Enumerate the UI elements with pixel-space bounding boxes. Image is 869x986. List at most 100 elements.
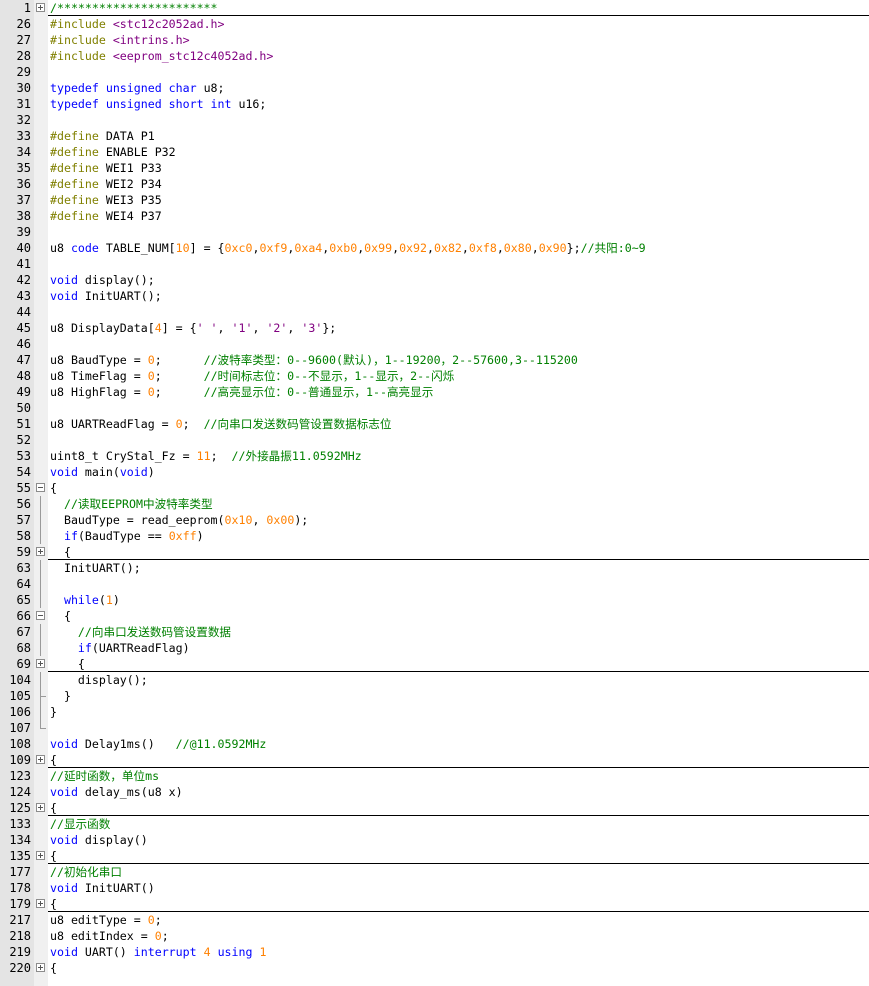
code-token: u8 editIndex = — [50, 929, 155, 943]
code-line[interactable]: 105 } — [0, 688, 869, 704]
code-token: #define — [50, 145, 106, 159]
code-line[interactable]: 106} — [0, 704, 869, 720]
fold-expand-icon[interactable] — [36, 3, 45, 12]
code-line[interactable]: 41 — [0, 256, 869, 272]
code-line[interactable]: 27 #include <intrins.h> — [0, 32, 869, 48]
line-number: 107 — [9, 721, 31, 735]
code-token: 0x90 — [538, 241, 567, 255]
code-line[interactable]: 108 void Delay1ms() //@11.0592MHz — [0, 736, 869, 752]
code-line[interactable]: 43 void InitUART(); — [0, 288, 869, 304]
line-number: 218 — [9, 929, 31, 943]
code-line[interactable]: 49 u8 HighFlag = 0; //高亮显示位：0--普通显示，1--高亮… — [0, 384, 869, 400]
code-token: , — [287, 321, 302, 335]
line-number: 44 — [16, 305, 31, 319]
code-line[interactable]: 33 #define DATA P1 — [0, 128, 869, 144]
code-token: ENABLE P32 — [105, 145, 176, 159]
code-line[interactable]: 107 — [0, 720, 869, 736]
code-line[interactable]: 1 /*********************** — [0, 0, 869, 16]
code-text: while(1) — [50, 592, 120, 608]
fold-end-tick — [40, 696, 46, 697]
code-line[interactable]: 37 #define WEI3 P35 — [0, 192, 869, 208]
code-line[interactable]: 134 void display() — [0, 832, 869, 848]
code-line[interactable]: 218 u8 editIndex = 0; — [0, 928, 869, 944]
code-line[interactable]: 219 void UART() interrupt 4 using 1 — [0, 944, 869, 960]
code-line[interactable]: 31 typedef unsigned short int u16; — [0, 96, 869, 112]
code-line[interactable]: 67 //向串口发送数码管设置数据 — [0, 624, 869, 640]
code-line[interactable]: 51 u8 UARTReadFlag = 0; //向串口发送数码管设置数据标志位 — [0, 416, 869, 432]
code-line[interactable]: 56 //读取EEPROM中波特率类型 — [0, 496, 869, 512]
code-text: { — [50, 656, 85, 672]
code-line[interactable]: 52 — [0, 432, 869, 448]
code-line[interactable]: 217 u8 editType = 0; — [0, 912, 869, 928]
code-line[interactable]: 55 { — [0, 480, 869, 496]
code-token: ] = { — [189, 241, 225, 255]
code-line[interactable]: 104 display(); — [0, 672, 869, 688]
code-line[interactable]: 26 #include <stc12c2052ad.h> — [0, 16, 869, 32]
code-token: 0 — [154, 929, 162, 943]
code-line[interactable]: 53 uint8_t CryStal_Fz = 11; //外接晶振11.0592… — [0, 448, 869, 464]
fold-expand-icon[interactable] — [36, 851, 45, 860]
code-line[interactable]: 32 — [0, 112, 869, 128]
code-line[interactable]: 39 — [0, 224, 869, 240]
code-line[interactable]: 34 #define ENABLE P32 — [0, 144, 869, 160]
code-line[interactable]: 54 void main(void) — [0, 464, 869, 480]
code-line[interactable]: 123 //延时函数，单位ms — [0, 768, 869, 784]
code-line[interactable]: 59 { — [0, 544, 869, 560]
code-line[interactable]: 46 — [0, 336, 869, 352]
code-line[interactable]: 50 — [0, 400, 869, 416]
code-line[interactable]: 69 { — [0, 656, 869, 672]
code-line[interactable]: 124 void delay_ms(u8 x) — [0, 784, 869, 800]
code-line[interactable]: 179 { — [0, 896, 869, 912]
line-number: 28 — [16, 49, 31, 63]
line-number: 67 — [16, 625, 31, 639]
fold-guide-line — [40, 560, 41, 576]
code-line[interactable]: 177 //初始化串口 — [0, 864, 869, 880]
code-token: TABLE_NUM[ — [105, 241, 176, 255]
code-line[interactable]: 47 u8 BaudType = 0; //波特率类型：0--9600(默认)，1… — [0, 352, 869, 368]
fold-expand-icon[interactable] — [36, 803, 45, 812]
code-line[interactable]: 220 { — [0, 960, 869, 976]
code-token: 0 — [147, 369, 155, 383]
code-text: #include <eeprom_stc12c4052ad.h> — [50, 48, 273, 64]
fold-expand-icon[interactable] — [36, 547, 45, 556]
fold-expand-icon[interactable] — [36, 659, 45, 668]
code-line[interactable]: 135 { — [0, 848, 869, 864]
code-line[interactable]: 66 { — [0, 608, 869, 624]
code-line[interactable]: 29 — [0, 64, 869, 80]
code-line[interactable]: 38 #define WEI4 P37 — [0, 208, 869, 224]
code-line[interactable]: 63 InitUART(); — [0, 560, 869, 576]
fold-collapse-icon[interactable] — [36, 611, 45, 620]
code-line[interactable]: 45 u8 DisplayData[4] = {' ', '1', '2', '3… — [0, 320, 869, 336]
code-line[interactable]: 28 #include <eeprom_stc12c4052ad.h> — [0, 48, 869, 64]
code-line[interactable]: 35 #define WEI1 P33 — [0, 160, 869, 176]
fold-expand-icon[interactable] — [36, 755, 45, 764]
code-line[interactable]: 36 #define WEI2 P34 — [0, 176, 869, 192]
code-token: u8 — [50, 241, 71, 255]
code-line[interactable]: 48 u8 TimeFlag = 0; //时间标志位：0--不显示，1--显示，… — [0, 368, 869, 384]
code-line[interactable]: 68 if(UARTReadFlag) — [0, 640, 869, 656]
code-token: #include — [50, 33, 113, 47]
code-text: uint8_t CryStal_Fz = 11; //外接晶振11.0592MH… — [50, 448, 362, 464]
code-editor[interactable]: 1 /*********************** 26 #include <stc… — [0, 0, 869, 986]
code-line[interactable]: 30 typedef unsigned char u8; — [0, 80, 869, 96]
code-line[interactable]: 58 if(BaudType == 0xff) — [0, 528, 869, 544]
fold-collapse-icon[interactable] — [36, 483, 45, 492]
code-line[interactable]: 65 while(1) — [0, 592, 869, 608]
code-line[interactable]: 42 void display(); — [0, 272, 869, 288]
code-line[interactable]: 64 — [0, 576, 869, 592]
code-line[interactable]: 57 BaudType = read_eeprom(0x10, 0x00); — [0, 512, 869, 528]
code-token: { — [50, 849, 57, 863]
code-line[interactable]: 125 { — [0, 800, 869, 816]
code-line[interactable]: 40 u8 code TABLE_NUM[10] = {0xc0, 0xf9, 0xa… — [0, 240, 869, 256]
code-line[interactable]: 109 { — [0, 752, 869, 768]
code-token: InitUART(); — [84, 289, 162, 303]
code-line[interactable]: 133 //显示函数 — [0, 816, 869, 832]
fold-expand-icon[interactable] — [36, 899, 45, 908]
code-line[interactable]: 178 void InitUART() — [0, 880, 869, 896]
code-token: 1 — [105, 593, 113, 607]
line-number: 64 — [16, 577, 31, 591]
code-line[interactable]: 44 — [0, 304, 869, 320]
code-token: u8 HighFlag = — [50, 385, 148, 399]
fold-expand-icon[interactable] — [36, 963, 45, 972]
code-text: } — [50, 704, 57, 720]
